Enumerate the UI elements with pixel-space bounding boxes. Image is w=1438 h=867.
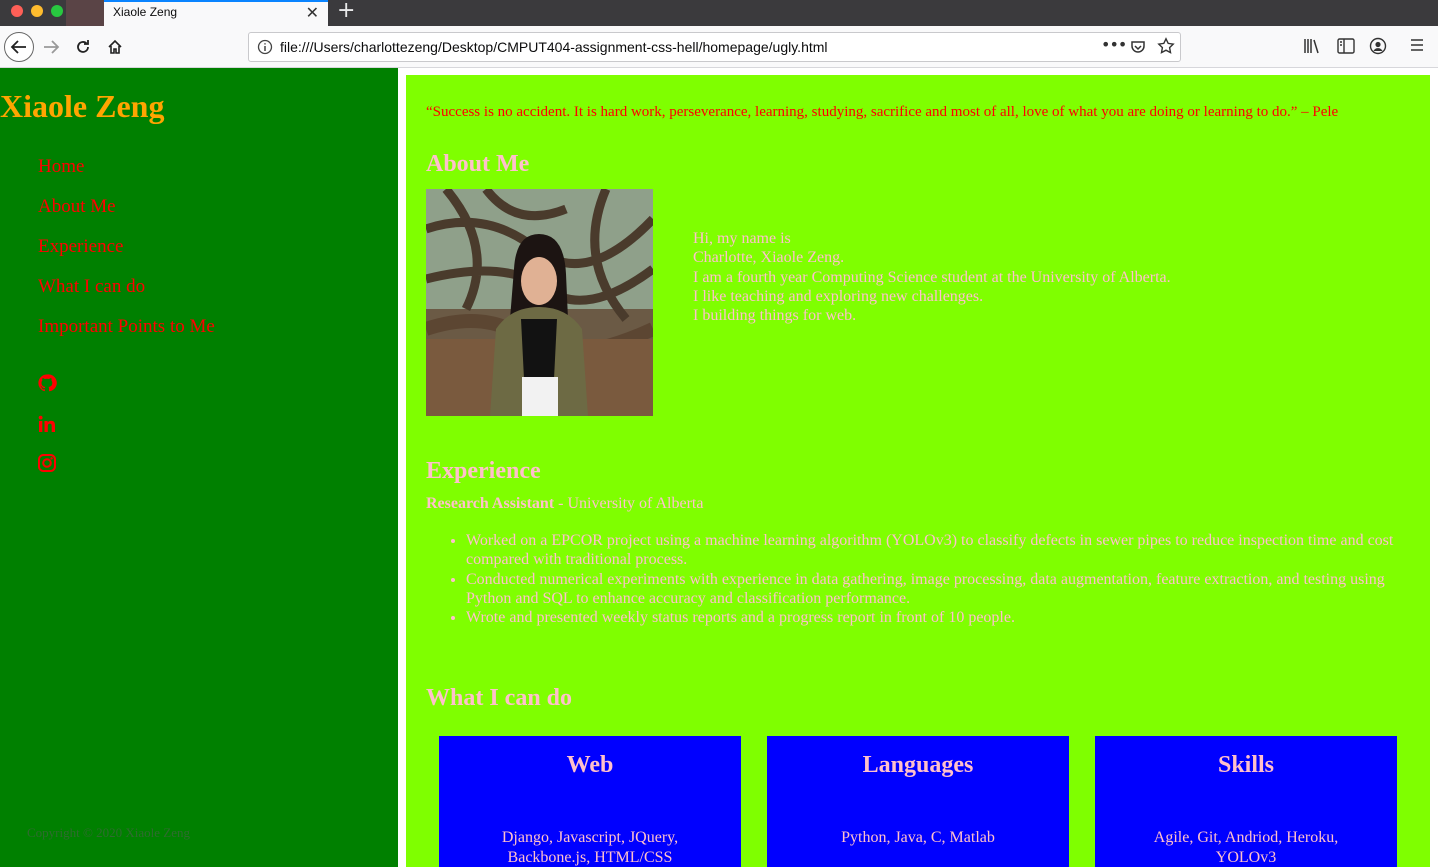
- card-body: Python, Java, C, Matlab: [841, 829, 995, 846]
- info-icon[interactable]: [257, 39, 273, 60]
- card-title: Skills: [1217, 752, 1275, 778]
- reload-icon: [77, 40, 89, 53]
- address-bar[interactable]: file:///Users/charlottezeng/Desktop/CMPU…: [248, 32, 1181, 62]
- tab-close-icon[interactable]: ✕: [306, 3, 319, 23]
- what-i-can-do-heading: What I can do: [426, 685, 573, 711]
- skill-card-languages: Languages Python, Java, C, Matlab: [767, 736, 1069, 867]
- experience-bullet: Wrote and presented weekly status report…: [466, 608, 1406, 627]
- bio-line: I am a fourth year Computing Science stu…: [693, 268, 1171, 286]
- experience-bullet: Worked on a EPCOR project using a machin…: [466, 531, 1406, 570]
- new-tab-button[interactable]: +: [337, 0, 355, 24]
- bio-line: Hi, my name is: [693, 230, 791, 247]
- quote-text: “Success is no accident. It is hard work…: [426, 104, 1339, 120]
- bookmark-star-icon[interactable]: [1157, 37, 1175, 60]
- sidebar: Xiaole Zeng Home About Me Experience Wha…: [0, 68, 398, 867]
- card-body: Agile, Git, Andriod, Heroku, YOLOv3: [1153, 829, 1339, 866]
- main-content: “Success is no accident. It is hard work…: [406, 75, 1430, 867]
- forward-button[interactable]: [37, 33, 65, 61]
- page-viewport: Xiaole Zeng Home About Me Experience Wha…: [0, 68, 1438, 867]
- sidebar-nav: Home About Me Experience What I can do I…: [38, 156, 215, 356]
- home-button[interactable]: [101, 33, 129, 61]
- profile-photo: [426, 189, 653, 416]
- experience-bullet: Conducted numerical experiments with exp…: [466, 570, 1406, 609]
- sidebar-toggle-icon[interactable]: [1337, 38, 1355, 59]
- nav-link-what-i-can-do[interactable]: What I can do: [38, 276, 215, 316]
- bio-line: Charlotte, Xiaole Zeng.: [693, 249, 845, 267]
- more-actions-icon[interactable]: •••: [1101, 35, 1127, 54]
- instagram-icon[interactable]: [37, 453, 57, 473]
- nav-link-about-me[interactable]: About Me: [38, 196, 215, 236]
- tab-bar: Xiaole Zeng ✕ +: [0, 0, 1438, 26]
- active-tab[interactable]: Xiaole Zeng ✕: [104, 0, 328, 26]
- nav-link-home[interactable]: Home: [38, 156, 215, 196]
- skill-card-web: Web Django, Javascript, JQuery, Backbone…: [439, 736, 741, 867]
- hamburger-menu-icon[interactable]: [1409, 38, 1425, 57]
- window-minimize-button[interactable]: [31, 5, 43, 17]
- about-me-heading: About Me: [426, 151, 530, 177]
- bio-line: I building things for web.: [693, 307, 857, 325]
- bio-line: I like teaching and exploring new challe…: [693, 287, 984, 305]
- linkedin-icon[interactable]: [37, 414, 57, 434]
- back-button[interactable]: [4, 32, 34, 62]
- tab-title: Xiaole Zeng: [113, 5, 178, 19]
- library-icon[interactable]: [1303, 38, 1321, 59]
- card-body: Django, Javascript, JQuery, Backbone.js,…: [501, 829, 679, 866]
- tab-strip-background: [66, 0, 104, 26]
- experience-bullet-list: Worked on a EPCOR project using a machin…: [426, 531, 1406, 627]
- pocket-icon[interactable]: [1130, 39, 1146, 60]
- arrow-right-icon: [44, 40, 60, 54]
- reload-button[interactable]: [69, 33, 97, 61]
- window-close-button[interactable]: [11, 5, 23, 17]
- experience-heading: Experience: [426, 458, 541, 484]
- navigation-toolbar: file:///Users/charlottezeng/Desktop/CMPU…: [0, 26, 1438, 68]
- card-title: Languages: [862, 752, 974, 778]
- job-role: Research Assistant: [426, 495, 555, 512]
- about-bio: Hi, my name is Charlotte, Xiaole Zeng. I…: [693, 229, 1171, 325]
- window-zoom-button[interactable]: [51, 5, 63, 17]
- url-text[interactable]: file:///Users/charlottezeng/Desktop/CMPU…: [280, 39, 828, 55]
- site-title: Xiaole Zeng: [0, 88, 165, 124]
- card-title: Web: [566, 752, 614, 778]
- account-icon[interactable]: [1369, 37, 1387, 60]
- job-title-line: Research Assistant - University of Alber…: [426, 495, 703, 513]
- github-icon[interactable]: [37, 373, 57, 393]
- job-organization: - University of Alberta: [554, 495, 704, 512]
- home-icon: [108, 39, 122, 54]
- arrow-left-icon: [10, 40, 26, 54]
- nav-link-experience[interactable]: Experience: [38, 236, 215, 276]
- copyright-text: Copyright © 2020 Xiaole Zeng: [27, 825, 190, 840]
- skill-card-skills: Skills Agile, Git, Andriod, Heroku, YOLO…: [1095, 736, 1397, 867]
- nav-link-important-points[interactable]: Important Points to Me: [38, 316, 215, 356]
